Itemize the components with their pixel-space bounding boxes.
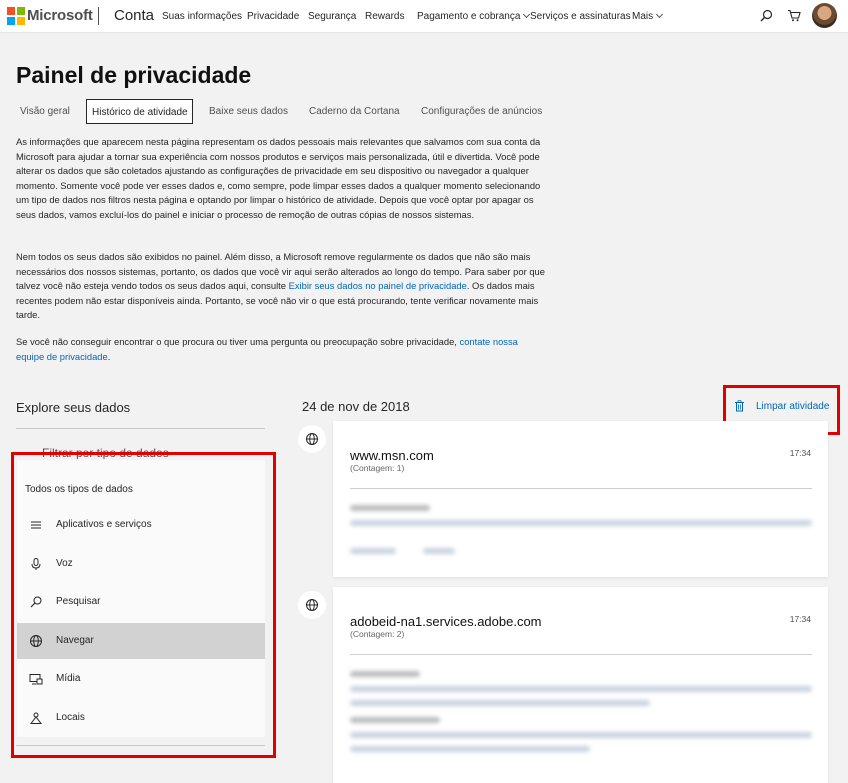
divider [16,428,265,429]
intro-paragraph-2: Nem todos os seus dados são exibidos no … [16,250,546,323]
chevron-down-icon [656,10,664,19]
blurred-content [350,717,440,723]
nav-mais[interactable]: Mais [632,10,664,22]
tab-visao-geral[interactable]: Visão geral [20,106,70,117]
intro-paragraph-3-text: Se você não conseguir encontrar o que pr… [16,336,457,347]
explore-heading: Explore seus dados [16,400,131,415]
intro-paragraph-3-tail: . [107,350,111,362]
intro-paragraph-1: As informações que aparecem nesta página… [16,136,541,220]
microsoft-logo-icon[interactable] [7,7,25,25]
cart-icon[interactable] [787,9,801,22]
filter-highlight-box [11,452,276,758]
activity-time: 17:34 [789,614,811,624]
nav-privacidade[interactable]: Privacidade [247,11,299,22]
nav-pagamento[interactable]: Pagamento e cobrança [417,10,531,22]
blurred-content [350,520,812,526]
blurred-content [350,548,396,554]
tab-baixe-seus-dados[interactable]: Baixe seus dados [209,106,288,117]
top-navigation-bar: Microsoft Conta Suas informações Privaci… [0,0,848,33]
activity-count: (Contagem: 2) [350,629,405,639]
nav-suas-informacoes[interactable]: Suas informações [162,11,242,22]
activity-card[interactable]: www.msn.com (Contagem: 1) 17:34 [333,421,828,577]
nav-mais-label: Mais [632,11,654,22]
blurred-content [350,671,420,677]
brand-name[interactable]: Microsoft [27,7,93,24]
divider [350,654,812,655]
search-icon[interactable] [760,9,773,22]
user-avatar[interactable] [812,3,837,28]
nav-rewards[interactable]: Rewards [365,11,404,22]
blurred-content [350,732,812,738]
activity-date: 24 de nov de 2018 [302,399,410,414]
activity-count: (Contagem: 1) [350,463,405,473]
activity-time: 17:34 [789,448,811,458]
tab-configuracoes-de-anuncios[interactable]: Configurações de anúncios [421,106,542,117]
view-data-link[interactable]: Exibir seus dados no painel de privacida… [289,280,467,291]
page-title: Painel de privacidade [16,62,252,88]
blurred-content [423,548,455,554]
activity-domain: adobeid-na1.services.adobe.com [350,614,542,629]
tab-historico-de-atividade[interactable]: Histórico de atividade [86,99,193,124]
nav-pagamento-label: Pagamento e cobrança [417,11,521,22]
globe-icon [298,591,326,619]
nav-seguranca[interactable]: Segurança [308,11,356,22]
blurred-content [350,505,430,511]
activity-card[interactable]: adobeid-na1.services.adobe.com (Contagem… [333,587,828,783]
tab-caderno-da-cortana[interactable]: Caderno da Cortana [309,106,400,117]
blurred-content [350,746,590,752]
divider [350,488,812,489]
blurred-content [350,700,650,706]
intro-paragraph-3: Se você não conseguir encontrar o que pr… [16,335,546,364]
header-divider [98,7,99,25]
blurred-content [350,686,812,692]
globe-icon [298,425,326,453]
activity-domain: www.msn.com [350,448,434,463]
nav-servicos[interactable]: Serviços e assinaturas [530,11,631,22]
section-name[interactable]: Conta [114,7,154,24]
